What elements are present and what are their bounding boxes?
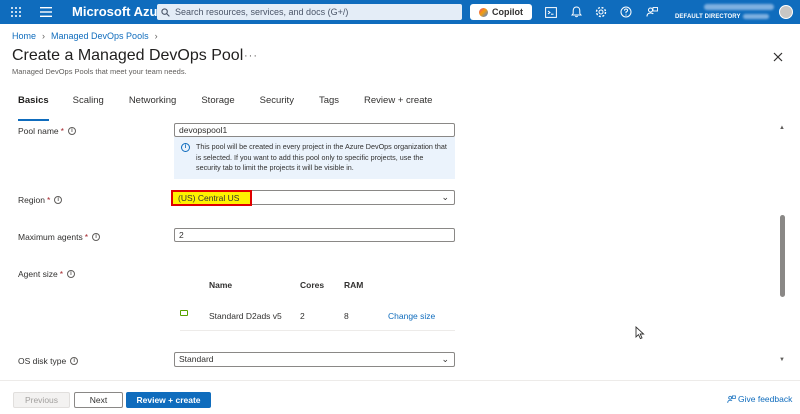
- virtual-machine-icon: [180, 310, 188, 316]
- copilot-button[interactable]: Copilot: [470, 4, 532, 20]
- give-feedback-link[interactable]: Give feedback: [727, 394, 792, 404]
- column-header-cores: Cores: [300, 280, 325, 290]
- column-header-ram: RAM: [344, 280, 364, 290]
- os-disk-type-label: OS disk type i: [18, 356, 79, 366]
- scroll-up-arrow-icon[interactable]: ▲: [779, 125, 785, 131]
- next-button[interactable]: Next: [74, 392, 123, 408]
- tab-basics[interactable]: Basics: [18, 95, 49, 121]
- mouse-pointer-icon: [635, 325, 645, 340]
- page-title: Create a Managed DevOps Pool: [12, 47, 244, 64]
- basics-form: Pool name * i devopspool1 i This pool wil…: [0, 120, 790, 374]
- help-icon[interactable]: [618, 4, 634, 20]
- global-search-input[interactable]: Search resources, services, and docs (G+…: [157, 4, 462, 20]
- search-icon: [161, 7, 170, 17]
- region-selected-value: (US) Central US: [178, 193, 240, 203]
- copilot-icon: [479, 7, 488, 17]
- wizard-tabs: Basics Scaling Networking Storage Securi…: [18, 95, 432, 121]
- top-bar: Microsoft Azure Search resources, servic…: [0, 0, 800, 24]
- pool-name-input[interactable]: devopspool1: [174, 123, 455, 137]
- agent-size-label: Agent size * i: [18, 269, 76, 279]
- maximum-agents-input[interactable]: 2: [174, 228, 455, 242]
- cloud-shell-icon[interactable]: [543, 4, 559, 20]
- breadcrumb-managed-devops-pools-link[interactable]: Managed DevOps Pools: [51, 31, 149, 41]
- info-icon[interactable]: i: [92, 233, 101, 241]
- os-disk-type-select[interactable]: Standard ⌄: [174, 352, 455, 367]
- tab-scaling[interactable]: Scaling: [73, 95, 104, 115]
- info-icon[interactable]: i: [70, 357, 79, 365]
- region-label: Region * i: [18, 195, 63, 205]
- tab-review-create[interactable]: Review + create: [364, 95, 432, 115]
- tab-tags[interactable]: Tags: [319, 95, 339, 115]
- tab-networking[interactable]: Networking: [129, 95, 177, 115]
- pool-name-label: Pool name * i: [18, 126, 76, 136]
- feedback-icon: [727, 395, 736, 403]
- hamburger-menu-icon[interactable]: [38, 4, 54, 20]
- copilot-label: Copilot: [492, 7, 523, 17]
- form-scrollbar[interactable]: ▲ ▼: [779, 125, 786, 368]
- maximum-agents-label: Maximum agents * i: [18, 232, 101, 242]
- page-subtitle: Managed DevOps Pools that meet your team…: [12, 67, 187, 76]
- info-icon[interactable]: i: [67, 127, 76, 135]
- brand-title[interactable]: Microsoft Azure: [72, 4, 170, 20]
- close-icon[interactable]: [771, 50, 785, 64]
- notifications-bell-icon[interactable]: [568, 4, 584, 20]
- account-menu[interactable]: DEFAULT DIRECTORY: [668, 2, 774, 22]
- account-email-redacted: [704, 4, 774, 10]
- wizard-footer: Previous Next Review + create Give feedb…: [0, 380, 800, 414]
- chevron-right-icon: ›: [154, 31, 158, 41]
- agent-size-ram: 8: [344, 311, 349, 321]
- review-create-button[interactable]: Review + create: [126, 392, 211, 408]
- feedback-person-icon[interactable]: [644, 4, 660, 20]
- scroll-down-arrow-icon[interactable]: ▼: [779, 357, 785, 363]
- search-placeholder: Search resources, services, and docs (G+…: [175, 7, 349, 17]
- scrollbar-thumb[interactable]: [780, 215, 785, 297]
- agent-size-cores: 2: [300, 311, 305, 321]
- avatar[interactable]: [779, 5, 793, 19]
- settings-gear-icon[interactable]: [593, 4, 609, 20]
- breadcrumb: Home › Managed DevOps Pools ›: [12, 31, 164, 41]
- directory-label: DEFAULT DIRECTORY: [675, 14, 769, 20]
- change-size-link[interactable]: Change size: [388, 311, 435, 321]
- tab-security[interactable]: Security: [260, 95, 294, 115]
- info-icon[interactable]: i: [54, 196, 63, 204]
- agent-size-name: Standard D2ads v5: [209, 311, 282, 321]
- info-circle-icon: i: [181, 143, 190, 152]
- app-launcher-icon[interactable]: [8, 4, 24, 20]
- chevron-right-icon: ›: [42, 31, 46, 41]
- tab-storage[interactable]: Storage: [201, 95, 234, 115]
- breadcrumb-home-link[interactable]: Home: [12, 31, 36, 41]
- previous-button[interactable]: Previous: [13, 392, 70, 408]
- chevron-down-icon: ⌄: [441, 192, 449, 202]
- table-divider: [180, 330, 455, 331]
- column-header-name: Name: [209, 280, 233, 290]
- info-icon[interactable]: i: [67, 270, 76, 278]
- chevron-down-icon: ⌄: [441, 354, 449, 364]
- pool-info-message: i This pool will be created in every pro…: [174, 137, 455, 179]
- more-options-icon[interactable]: ···: [244, 50, 258, 62]
